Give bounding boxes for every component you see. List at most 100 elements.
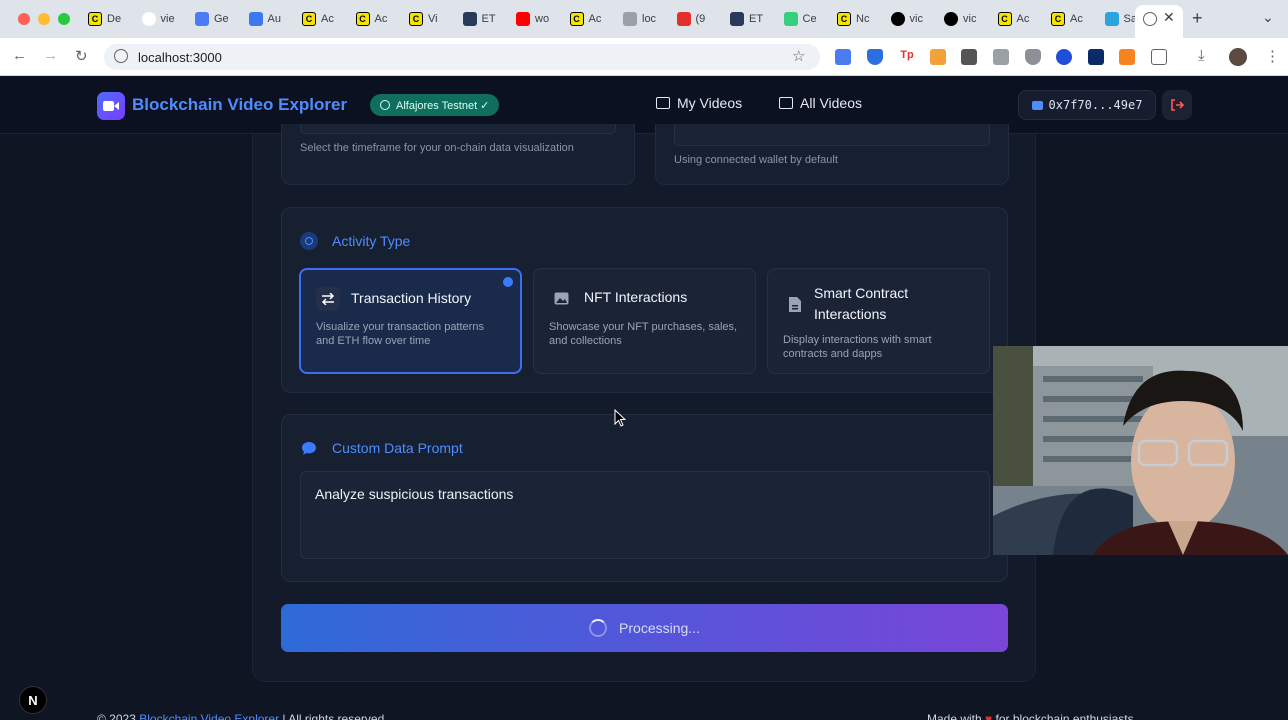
film-icon — [779, 97, 793, 109]
yellow-tab-icon: C — [837, 12, 851, 26]
wallet-button[interactable]: 0x7f70...49e7 — [1018, 90, 1156, 120]
browser-tab[interactable]: C Nc — [837, 8, 869, 30]
network-badge-label: Alfajores Testnet ✓ — [396, 99, 490, 112]
browser-tab[interactable]: wo — [516, 8, 549, 30]
tp-extension-icon[interactable]: Tp — [899, 49, 915, 65]
orange-extension-icon[interactable] — [930, 49, 946, 65]
browser-tab[interactable]: C De — [88, 8, 121, 30]
browser-tab[interactable]: C Ac — [997, 8, 1029, 30]
back-icon[interactable]: ← — [12, 47, 27, 64]
browser-tab[interactable]: vic — [944, 8, 976, 30]
browser-tab[interactable]: ET — [730, 8, 763, 30]
footer-made-with: Made with ♥ for blockchain enthusiasts — [927, 712, 1134, 720]
more-menu-icon[interactable]: ⋮ — [1265, 47, 1280, 65]
url-bar[interactable]: localhost:3000 ☆ — [104, 44, 820, 70]
browser-tab-label: Au — [267, 13, 281, 25]
bookmark-star-icon[interactable]: ☆ — [792, 47, 805, 65]
chevron-down-icon[interactable]: ⌄ — [1262, 9, 1274, 26]
browser-tab[interactable]: ET — [462, 8, 496, 30]
logout-button[interactable] — [1162, 90, 1192, 120]
etherscan-icon — [730, 12, 744, 26]
maximize-window-button[interactable] — [58, 13, 70, 25]
heart-icon: ♥ — [985, 712, 993, 720]
nav-all-videos[interactable]: All Videos — [779, 95, 862, 111]
browser-tab[interactable]: loc — [623, 8, 656, 30]
option-transaction-history[interactable]: Transaction History Visualize your trans… — [299, 268, 522, 374]
site-info-icon[interactable] — [114, 49, 128, 63]
browser-tab[interactable]: C Ac — [302, 8, 334, 30]
check-extension-icon[interactable] — [1088, 49, 1104, 65]
profile-avatar[interactable] — [1229, 48, 1247, 66]
app-header: Blockchain Video Explorer Alfajores Test… — [0, 76, 1288, 134]
film-icon — [656, 97, 670, 109]
timeframe-card: Select the timeframe for your on-chain d… — [281, 124, 635, 185]
browser-tab-label: Ac — [1070, 13, 1083, 25]
url-text: localhost:3000 — [138, 50, 222, 65]
browser-tab-label: vic — [963, 13, 977, 25]
nav-all-videos-label: All Videos — [800, 95, 863, 111]
forward-icon[interactable]: → — [43, 47, 58, 64]
translate-extension-icon[interactable] — [835, 49, 851, 65]
wallet-address-input[interactable] — [674, 124, 990, 146]
timeframe-select[interactable] — [300, 124, 616, 134]
browser-tab-label: Nc — [856, 13, 870, 25]
browser-tab-label: vie — [160, 13, 175, 25]
notification-icon — [676, 12, 691, 26]
minimize-window-button[interactable] — [38, 13, 50, 25]
yellow-tab-icon: C — [569, 12, 584, 26]
badge-extension-icon[interactable] — [1025, 49, 1041, 65]
network-badge[interactable]: Alfajores Testnet ✓ — [370, 94, 500, 116]
browser-tab[interactable]: Sa — [1104, 8, 1137, 30]
browser-tab[interactable]: C Ac — [1051, 8, 1083, 30]
browser-tab-label: Ac — [374, 13, 388, 25]
nextjs-dev-badge[interactable]: N — [19, 686, 47, 714]
browser-tab[interactable]: (9 — [676, 8, 705, 30]
generate-video-button[interactable]: Processing... — [281, 604, 1008, 652]
option-nft-interactions[interactable]: NFT Interactions Showcase your NFT purch… — [533, 268, 756, 374]
blue-circle-extension-icon[interactable] — [1056, 49, 1072, 65]
option-smart-contract-interactions[interactable]: Smart Contract Interactions Display inte… — [767, 268, 990, 374]
metamask-icon[interactable] — [1119, 49, 1135, 65]
app-title[interactable]: Blockchain Video Explorer — [132, 95, 347, 115]
browser-tab[interactable]: Au — [248, 8, 281, 30]
nav-my-videos[interactable]: My Videos — [656, 95, 742, 111]
browser-tab[interactable]: vie — [141, 8, 175, 30]
yellow-tab-icon: C — [1051, 12, 1065, 26]
shield-extension-icon[interactable] — [867, 49, 883, 65]
link-icon — [783, 12, 798, 26]
download-icon[interactable]: ⤓ — [1198, 47, 1205, 64]
new-tab-button[interactable]: + — [1192, 8, 1203, 29]
browser-tab[interactable]: Ge — [195, 8, 229, 30]
screen: C De vie Ge Au C Ac C Ac C Vi ET wo C Ac loc (9 ET Ce C Nc vi… — [0, 0, 1288, 720]
footer-brand-link[interactable]: Blockchain Video Explorer — [139, 712, 279, 720]
active-tab[interactable]: ✕ — [1135, 5, 1183, 38]
browser-tab[interactable]: C Vi — [409, 8, 438, 30]
swap-arrows-icon — [316, 287, 340, 311]
browser-tab[interactable]: C Ac — [355, 8, 388, 30]
yellow-tab-icon: C — [355, 12, 370, 26]
custom-prompt-card: Custom Data Prompt Analyze suspicious tr… — [281, 414, 1008, 582]
browser-tab[interactable]: C Ac — [569, 8, 601, 30]
yellow-tab-icon: C — [409, 12, 423, 26]
puzzle-extensions-icon[interactable] — [1151, 49, 1167, 65]
monitor-extension-icon[interactable] — [961, 49, 977, 65]
custom-prompt-textarea[interactable]: Analyze suspicious transactions — [300, 471, 990, 559]
browser-tab[interactable]: Ce — [783, 8, 817, 30]
option-description: Showcase your NFT purchases, sales, and … — [549, 321, 738, 347]
yellow-tab-icon: C — [997, 12, 1012, 26]
triangle-icon — [890, 12, 905, 26]
yellow-tab-icon: C — [88, 12, 102, 26]
code-extension-icon[interactable] — [993, 49, 1009, 65]
browser-tab-label: loc — [642, 13, 657, 25]
google-icon — [141, 12, 156, 26]
globe-icon — [1143, 12, 1157, 26]
browser-tab[interactable]: vic — [890, 8, 923, 30]
webcam-overlay[interactable] — [993, 346, 1288, 555]
triangle-icon — [944, 12, 958, 26]
close-tab-icon[interactable]: ✕ — [1163, 9, 1175, 26]
nav-my-videos-label: My Videos — [677, 95, 743, 111]
close-window-button[interactable] — [18, 13, 30, 25]
chat-bubble-icon — [300, 439, 318, 457]
reload-icon[interactable]: ↻ — [75, 47, 88, 65]
webcam-feed-image — [993, 346, 1288, 555]
